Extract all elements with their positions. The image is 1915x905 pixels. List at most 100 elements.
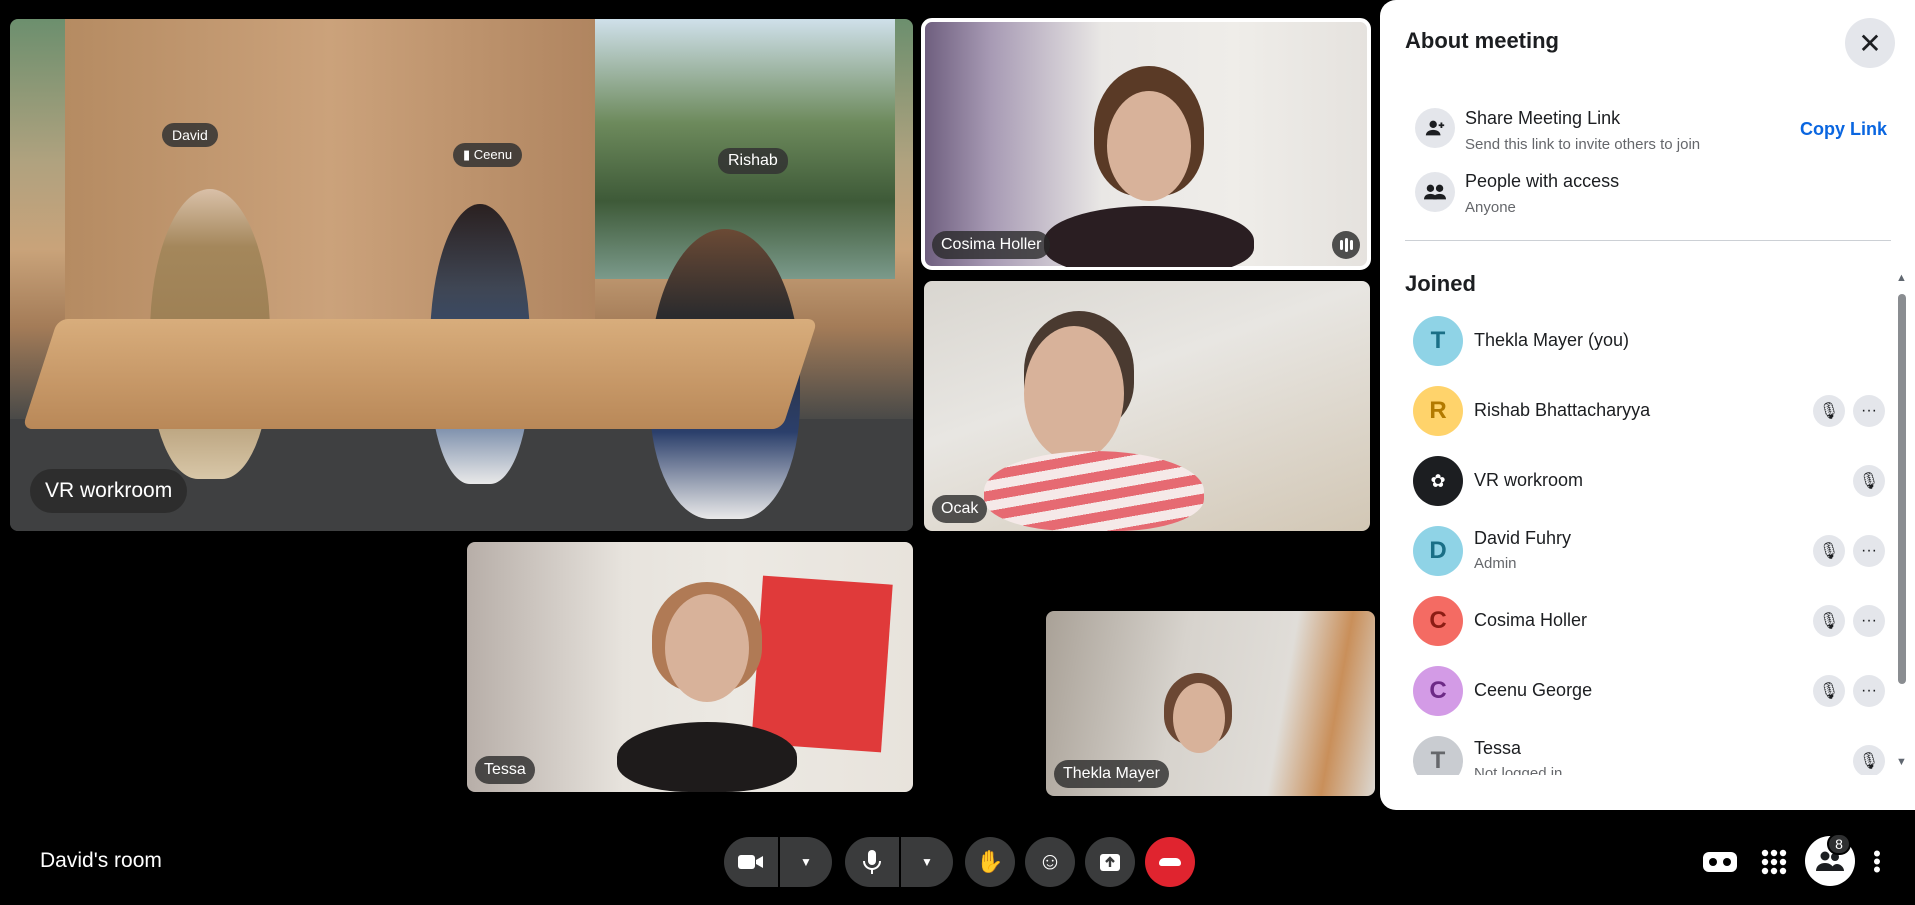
- mic-button[interactable]: 🎙: [1813, 535, 1845, 567]
- mic-button[interactable]: 🎙: [1853, 465, 1885, 497]
- reactions-button[interactable]: ☺: [1025, 837, 1075, 887]
- participant-name: Cosima Holler: [1474, 610, 1588, 630]
- avatar: C: [1413, 596, 1463, 646]
- meeting-table: [22, 319, 818, 429]
- hang-up-icon: [1159, 858, 1181, 866]
- mic-button[interactable]: 🎙: [1853, 745, 1885, 775]
- scroll-down-icon[interactable]: ▼: [1896, 756, 1907, 768]
- meeting-screen: David ▮ Ceenu Rishab VR workroom Cosima …: [0, 0, 1915, 905]
- people-with-access-title: People with access: [1465, 171, 1620, 191]
- participant-name: VR workroom: [1474, 470, 1584, 490]
- participant-row[interactable]: C Cosima Holler 🎙 ···: [1413, 593, 1885, 649]
- avatar: C: [1413, 666, 1463, 716]
- scrollbar-thumb[interactable]: [1898, 294, 1906, 684]
- audio-bar: [1339, 240, 1343, 250]
- camera-icon: [738, 855, 763, 869]
- avatar-nametag-rishab: Rishab: [718, 148, 788, 174]
- video-tile-vr-workroom[interactable]: David ▮ Ceenu Rishab VR workroom: [10, 19, 913, 531]
- vr-headset-icon: [1703, 852, 1737, 872]
- participant-name: Tessa: [1474, 738, 1522, 758]
- about-meeting-panel: About meeting ✕ Share Meeting Link Send …: [1380, 0, 1915, 810]
- participant-row[interactable]: R Rishab Bhattacharyya 🎙 ···: [1413, 383, 1885, 439]
- more-options-button[interactable]: ···: [1853, 675, 1885, 707]
- avatar: T: [1413, 316, 1463, 366]
- camera-options-button[interactable]: ▼: [780, 837, 832, 887]
- mic-button[interactable]: 🎙: [1813, 395, 1845, 427]
- avatar-nametag-david: David: [162, 123, 218, 147]
- avatar: ✿: [1413, 456, 1463, 506]
- raise-hand-button[interactable]: ✋: [965, 837, 1015, 887]
- audio-level-button[interactable]: [1332, 231, 1360, 259]
- caret-down-icon: ▼: [800, 855, 812, 869]
- avatar-nametag-ceenu: ▮ Ceenu: [453, 143, 523, 167]
- people-with-access-value: Anyone: [1465, 199, 1516, 216]
- microphone-button[interactable]: [845, 837, 899, 887]
- vr-mode-button[interactable]: [1696, 838, 1744, 886]
- participant-row[interactable]: T Tessa Not logged in 🎙: [1413, 733, 1885, 775]
- participant-status: Not logged in: [1474, 765, 1563, 775]
- joined-heading: Joined: [1405, 271, 1476, 296]
- close-panel-button[interactable]: ✕: [1845, 18, 1895, 68]
- microphone-options-button[interactable]: ▼: [901, 837, 953, 887]
- add-person-icon: [1415, 108, 1455, 148]
- avatar: T: [1413, 736, 1463, 775]
- more-options-button[interactable]: ···: [1853, 535, 1885, 567]
- scroll-up-icon[interactable]: ▲: [1896, 272, 1907, 284]
- more-options-button[interactable]: • • •: [1862, 838, 1892, 886]
- participant-face: [1107, 91, 1191, 201]
- participant-shirt: [1044, 206, 1254, 267]
- more-icon: ···: [1861, 612, 1877, 629]
- close-icon: ✕: [1858, 27, 1882, 59]
- mic-button[interactable]: 🎙: [1813, 675, 1845, 707]
- participant-shirt: [984, 451, 1204, 531]
- apps-button[interactable]: [1750, 838, 1798, 886]
- group-icon: ✿: [1430, 470, 1446, 491]
- mic-button[interactable]: 🎙: [1813, 605, 1845, 637]
- camera-button[interactable]: [724, 837, 778, 887]
- video-tile-cosima-holler[interactable]: Cosima Holler: [921, 18, 1371, 270]
- tile-label-cosima-holler: Cosima Holler: [932, 231, 1051, 259]
- tile-label-ocak: Ocak: [932, 495, 988, 523]
- share-screen-icon: [1100, 854, 1120, 871]
- participant-row[interactable]: ✿ VR workroom 🎙: [1413, 453, 1885, 509]
- avatar: D: [1413, 526, 1463, 576]
- participant-role: Admin: [1474, 555, 1517, 572]
- tile-label-vr-workroom: VR workroom: [30, 469, 188, 513]
- audio-bar: [1349, 240, 1353, 250]
- participant-shirt: [617, 722, 797, 792]
- people-icon: [1415, 172, 1455, 212]
- share-link-subtitle: Send this link to invite others to join: [1465, 136, 1701, 153]
- speaking-icon: ▮: [463, 147, 474, 162]
- copy-link-button[interactable]: Copy Link: [1800, 119, 1887, 140]
- microphone-icon: 🎙: [1818, 403, 1840, 420]
- video-tile-self-thekla-mayer[interactable]: Thekla Mayer: [1046, 611, 1375, 796]
- hand-icon: ✋: [976, 849, 1004, 874]
- microphone-icon: [863, 850, 881, 874]
- audio-bar: [1344, 238, 1348, 252]
- share-screen-button[interactable]: [1085, 837, 1135, 887]
- microphone-icon: 🎙: [1818, 683, 1840, 700]
- participant-face: [1173, 683, 1225, 753]
- participant-row[interactable]: D David Fuhry Admin 🎙 ···: [1413, 523, 1885, 579]
- leave-call-button[interactable]: [1145, 837, 1195, 887]
- participant-name: Ceenu George: [1474, 680, 1593, 700]
- more-icon: ···: [1861, 542, 1877, 559]
- emoji-icon: ☺: [1037, 848, 1063, 875]
- more-options-button[interactable]: ···: [1853, 605, 1885, 637]
- microphone-icon: 🎙: [1818, 613, 1840, 630]
- participant-row[interactable]: T Thekla Mayer (you): [1413, 313, 1883, 369]
- more-icon: ···: [1861, 402, 1877, 419]
- avatar: R: [1413, 386, 1463, 436]
- participant-name: Rishab Bhattacharyya: [1474, 400, 1651, 420]
- video-tile-tessa[interactable]: Tessa: [467, 542, 913, 792]
- participant-row[interactable]: C Ceenu George 🎙 ···: [1413, 663, 1885, 719]
- more-options-button[interactable]: ···: [1853, 395, 1885, 427]
- microphone-icon: 🎙: [1818, 543, 1840, 560]
- more-vertical-icon: • • •: [1873, 841, 1881, 882]
- participant-count-badge: 8: [1827, 833, 1851, 855]
- microphone-icon: 🎙: [1858, 753, 1880, 770]
- participant-list-scrollbar[interactable]: ▲ ▼: [1895, 272, 1907, 772]
- video-tile-ocak[interactable]: Ocak: [924, 281, 1370, 531]
- participant-list: T Thekla Mayer (you) R Rishab Bhattachar…: [1380, 305, 1890, 775]
- share-link-title: Share Meeting Link: [1465, 108, 1621, 128]
